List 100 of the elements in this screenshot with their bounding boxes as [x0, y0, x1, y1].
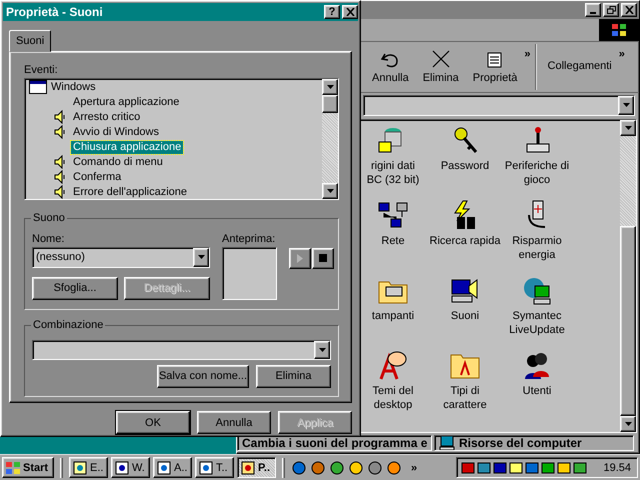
desktop-item[interactable]: tampanti	[357, 274, 429, 349]
windows-logo-icon	[5, 460, 21, 474]
desktop-item[interactable]: Rete	[357, 199, 429, 274]
speaker-icon	[53, 185, 67, 199]
app-icon	[240, 460, 256, 476]
speaker-icon	[53, 110, 67, 124]
taskbar-button[interactable]: W.	[111, 457, 150, 478]
play-icon	[297, 254, 303, 263]
event-item[interactable]: Apertura applicazione	[71, 96, 182, 109]
tray-icon[interactable]	[493, 460, 508, 474]
toolbar-button[interactable]: Elimina	[416, 42, 466, 92]
toolbar-button[interactable]: Proprietà	[466, 42, 524, 92]
tray-icon[interactable]	[509, 460, 524, 474]
desktop-item[interactable]: Password	[429, 124, 501, 199]
quick-launch-icon[interactable]	[367, 460, 383, 476]
dropdown-arrow-icon	[624, 422, 632, 426]
dropdown-button[interactable]	[314, 340, 330, 359]
scheme-field[interactable]	[32, 340, 331, 360]
status-location: Risorse del computer	[459, 436, 582, 450]
taskbar-button[interactable]: E..	[69, 457, 108, 478]
quick-launch-icon[interactable]	[329, 460, 345, 476]
event-item[interactable]: Conferma	[71, 170, 124, 184]
quick-launch-icon[interactable]	[310, 460, 326, 476]
more-chevron[interactable]: »	[524, 48, 531, 60]
computer-icon	[439, 436, 455, 450]
desktop-item[interactable]: Ricerca rapida	[429, 199, 501, 274]
close-icon[interactable]	[621, 3, 637, 18]
links-button[interactable]: Collegamenti	[540, 42, 619, 92]
dialog-button[interactable]: Annulla	[197, 411, 271, 434]
scroll-thumb[interactable]	[620, 226, 636, 416]
scroll-up-button[interactable]	[322, 78, 338, 95]
group-title: Combinazione	[31, 318, 106, 331]
browse-button[interactable]: Sfoglia...	[32, 276, 118, 300]
speaker-icon	[53, 155, 67, 170]
field-label: Anteprima:	[222, 232, 276, 245]
dialog-button[interactable]: OK	[116, 411, 190, 434]
dropdown-arrow-icon	[326, 84, 334, 89]
desktop-item[interactable]: Utenti	[501, 349, 573, 424]
taskbar-button[interactable]: T..	[195, 457, 234, 478]
event-item[interactable]: Avvio di Windows	[71, 126, 161, 139]
tray-icon[interactable]	[477, 460, 492, 474]
app-icon	[156, 460, 172, 476]
more-chevron[interactable]: »	[411, 462, 418, 474]
quick-launch-icon[interactable]	[348, 460, 364, 476]
desktop-item[interactable]: Suoni	[429, 274, 501, 349]
event-item[interactable]: Errore dell'applicazione	[71, 186, 189, 199]
dropdown-button[interactable]	[193, 248, 209, 267]
tray-icon[interactable]	[461, 460, 476, 474]
desktop-item[interactable]: Symantec LiveUpdate	[501, 274, 573, 349]
delete-button[interactable]: Elimina	[256, 364, 331, 388]
desktop-item[interactable]: Temi del desktop	[357, 349, 429, 424]
taskbar-button[interactable]: A..	[153, 457, 192, 478]
desktop-item[interactable]: rigini dati BC (32 bit)	[357, 124, 429, 199]
app-icon	[198, 460, 214, 476]
dropdown-arrow-icon	[622, 103, 630, 108]
restore-icon[interactable]	[603, 3, 619, 18]
dropdown-arrow-icon	[624, 126, 632, 130]
dropdown-arrow-icon	[198, 255, 204, 260]
window-icon	[29, 80, 47, 94]
scrollbar[interactable]	[620, 120, 636, 432]
scroll-thumb[interactable]	[322, 94, 338, 113]
dropdown-button[interactable]	[618, 96, 634, 115]
stop-button[interactable]	[312, 248, 334, 269]
tray-icon[interactable]	[525, 460, 540, 474]
app-icon	[72, 460, 88, 476]
scroll-down-button[interactable]	[620, 416, 636, 432]
tab[interactable]: Suoni	[9, 30, 52, 52]
desktop-item[interactable]: Risparmio energia	[501, 199, 573, 274]
scroll-down-button[interactable]	[322, 182, 338, 199]
event-item[interactable]: Comando di menu	[71, 156, 165, 169]
desktop-item[interactable]: Periferiche di gioco	[501, 124, 573, 199]
quick-launch-icon[interactable]	[386, 460, 402, 476]
taskbar-button[interactable]: P..	[237, 457, 276, 478]
clock: 19.54	[603, 462, 631, 474]
minimize-icon[interactable]	[585, 3, 601, 18]
desktop-item[interactable]: Tipi di carattere	[429, 349, 501, 424]
toolbar-button[interactable]: Annulla	[365, 42, 416, 92]
start-button[interactable]: Start	[2, 457, 54, 478]
scroll-up-button[interactable]	[620, 120, 636, 136]
address-field[interactable]	[363, 94, 635, 116]
event-item[interactable]: Chiusura applicazione	[71, 140, 184, 154]
dropdown-arrow-icon	[318, 348, 326, 352]
preview-box	[222, 246, 277, 300]
more-chevron[interactable]: »	[618, 48, 625, 60]
stop-icon	[319, 254, 327, 262]
close-icon[interactable]	[342, 4, 358, 19]
quick-launch-icon[interactable]	[291, 460, 307, 476]
tray-icon[interactable]	[541, 460, 556, 474]
dropdown-arrow-icon	[326, 188, 334, 193]
group-title: Suono	[31, 212, 67, 224]
field-label: Eventi:	[24, 64, 59, 76]
help-button[interactable]: ?	[324, 4, 340, 19]
tray-icon[interactable]	[557, 460, 572, 474]
sound-name-field[interactable]: (nessuno)	[32, 246, 210, 268]
save-as-button[interactable]: Salva con nome...	[157, 364, 249, 388]
event-item[interactable]: Arresto critico	[71, 110, 142, 124]
events-list[interactable]: Windows Apertura applicazione Arresto critico Avvio di Windows Chiusura applicazione Comando di menu Conferma Errore dell'applicazione	[24, 78, 339, 200]
scrollbar[interactable]	[322, 78, 338, 199]
event-item[interactable]: Windows	[49, 80, 98, 94]
tray-icon[interactable]	[573, 460, 588, 474]
